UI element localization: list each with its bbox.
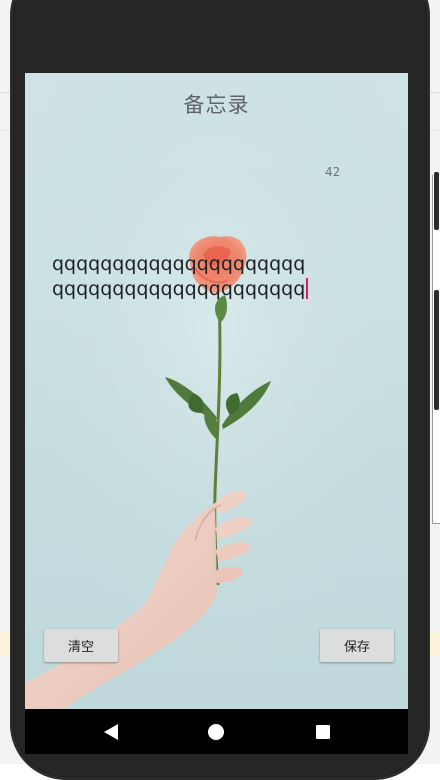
navigation-bar [25,709,408,754]
memo-text-input[interactable]: qqqqqqqqqqqqqqqqqqqqqqqqqqqqqqqqqqqqqqqq… [52,252,317,302]
recents-square-icon[interactable] [310,719,336,745]
home-circle-icon[interactable] [203,719,229,745]
save-button[interactable]: 保存 [320,629,394,662]
memo-text-content: qqqqqqqqqqqqqqqqqqqqqqqqqqqqqqqqqqqqqqqq… [52,253,306,300]
character-count: 42 [325,165,341,179]
back-triangle-icon[interactable] [98,719,124,745]
text-cursor [306,278,309,299]
power-button[interactable] [434,172,439,230]
page-title: 备忘录 [183,93,250,117]
app-screen: 备忘录 42 qqqqqqqqqqqqqqqqqqqqqqqqqqqqqqqqq… [25,73,408,709]
volume-button[interactable] [434,290,439,410]
rose-in-hand-background-photo [25,73,408,709]
clear-button[interactable]: 清空 [44,629,118,662]
